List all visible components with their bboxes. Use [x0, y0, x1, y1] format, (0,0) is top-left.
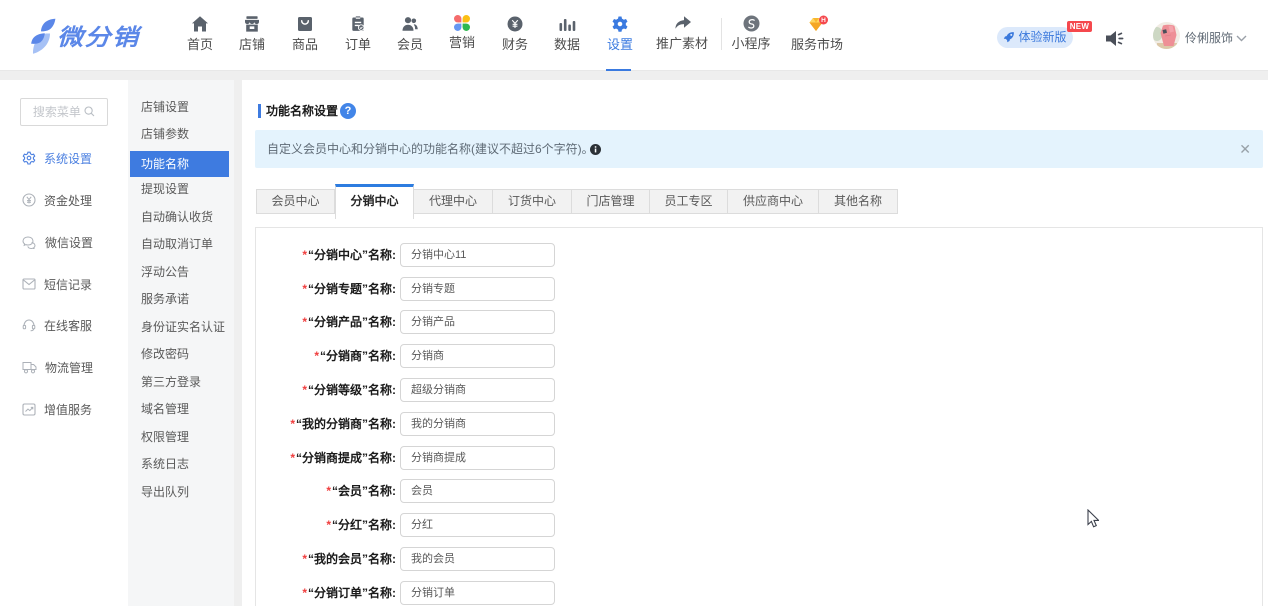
svg-text:H: H [821, 17, 826, 24]
